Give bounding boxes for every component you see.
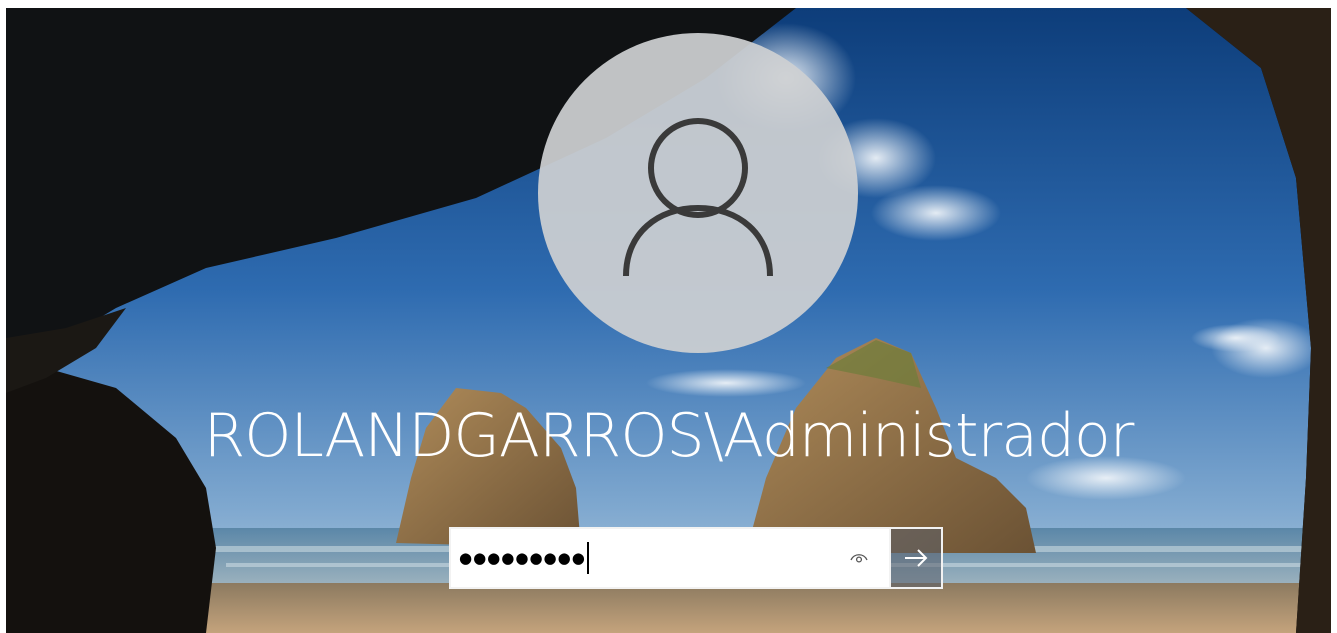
- text-caret: [586, 542, 589, 574]
- user-avatar: [538, 33, 858, 353]
- password-dots: ●●●●●●●●●: [459, 549, 586, 567]
- account-name: ROLANDGARROS\Administrador: [203, 401, 1135, 471]
- password-field[interactable]: ●●●●●●●●●: [451, 529, 889, 587]
- arrow-right-icon: [905, 549, 928, 567]
- submit-button[interactable]: [889, 529, 941, 587]
- eye-icon[interactable]: [849, 547, 869, 567]
- password-box: ●●●●●●●●●: [449, 527, 943, 589]
- user-silhouette-icon: [623, 118, 773, 277]
- lock-screen: ROLANDGARROS\Administrador ●●●●●●●●●: [6, 8, 1331, 633]
